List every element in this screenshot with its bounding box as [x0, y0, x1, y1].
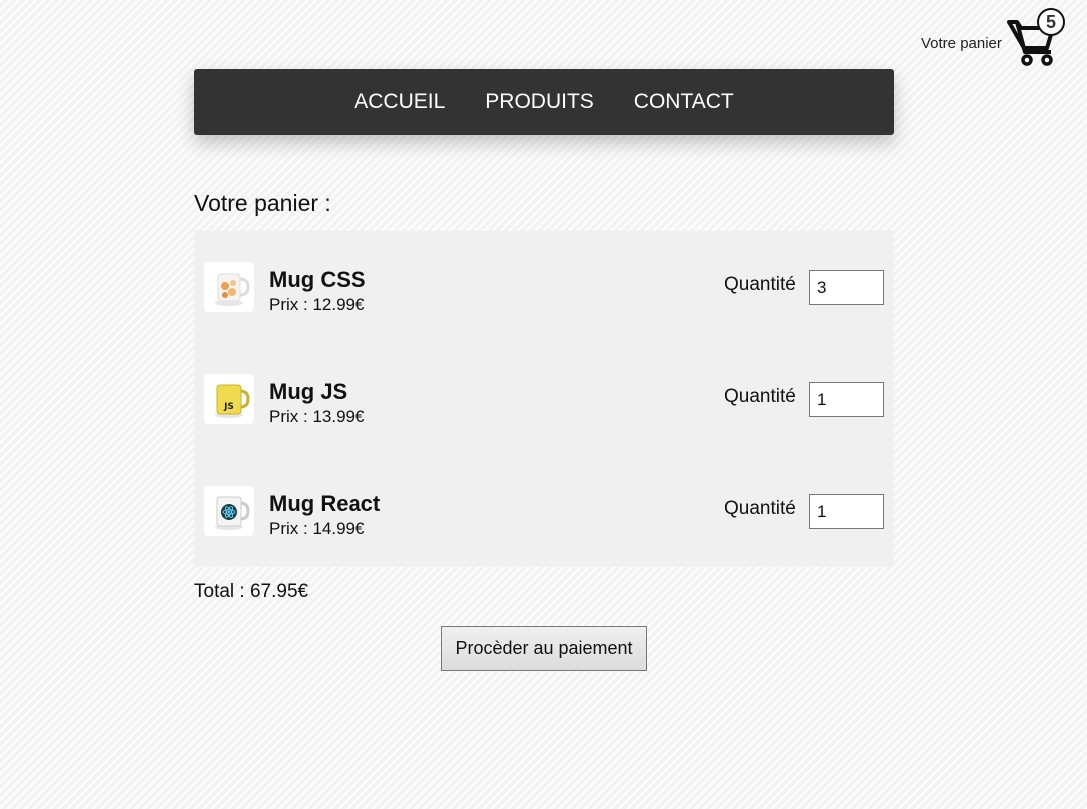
cart-item-price: Prix : 12.99€ [269, 295, 365, 314]
nav-link-contact[interactable]: CONTACT [634, 90, 734, 114]
cart-title: Votre panier : [194, 190, 331, 216]
cart-item-price: Prix : 13.99€ [269, 407, 365, 426]
svg-text:JS: JS [223, 402, 234, 412]
nav-link-produits[interactable]: PRODUITS [485, 90, 594, 114]
checkout-button[interactable]: Procèder au paiement [441, 626, 647, 671]
cart-item-mug-js: JS Mug JS Prix : 13.99€ Quantité [194, 343, 894, 455]
main-navbar: ACCUEIL PRODUITS CONTACT [194, 69, 894, 135]
quantity-input[interactable] [809, 382, 884, 417]
cart-item-name: Mug CSS [269, 267, 366, 292]
cart-widget[interactable]: Votre panier 5 [921, 8, 1071, 68]
cart-count-badge: 5 [1037, 8, 1065, 36]
cart-label: Votre panier [921, 35, 1002, 52]
cart-item-name: Mug JS [269, 379, 348, 404]
mug-js-icon: JS [204, 374, 254, 424]
cart-item-mug-react: Mug React Prix : 14.99€ Quantité [194, 455, 894, 567]
quantity-label: Quantité [724, 274, 796, 295]
cart-item-price: Prix : 14.99€ [269, 519, 365, 538]
cart-total: Total : 67.95€ [194, 581, 309, 602]
quantity-input[interactable] [809, 494, 884, 529]
mug-react-icon [204, 486, 254, 536]
mug-css-icon [204, 262, 254, 312]
quantity-label: Quantité [724, 386, 796, 407]
cart-item-list: Mug CSS Prix : 12.99€ Quantité JS Mug JS… [194, 231, 894, 567]
quantity-input[interactable] [809, 270, 884, 305]
cart-item-name: Mug React [269, 491, 381, 516]
nav-link-accueil[interactable]: ACCUEIL [354, 90, 445, 114]
cart-item-mug-css: Mug CSS Prix : 12.99€ Quantité [194, 231, 894, 343]
quantity-label: Quantité [724, 498, 796, 519]
